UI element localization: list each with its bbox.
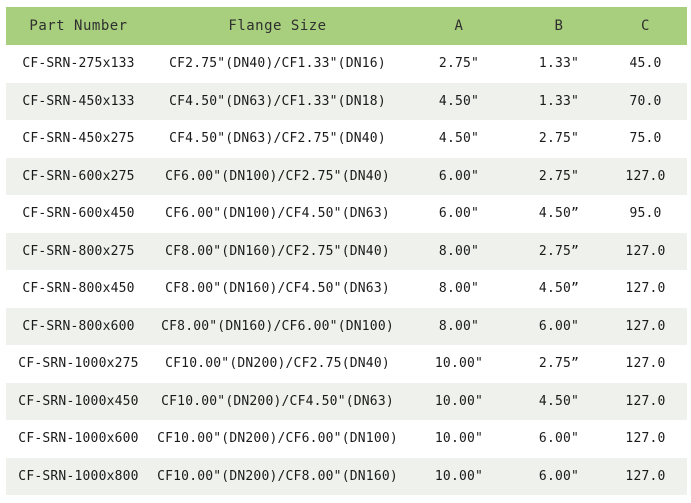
part-number-cell: CF-SRN-275x133 bbox=[6, 45, 151, 83]
header-row: Part Number Flange Size A B C bbox=[6, 7, 687, 45]
flange-size-cell: CF6.00"(DN100)/CF2.75"(DN40) bbox=[151, 157, 404, 195]
table-row: CF-SRN-275x133 CF2.75"(DN40)/CF1.33"(DN16… bbox=[6, 45, 687, 83]
c-cell: 75.0 bbox=[604, 120, 687, 158]
c-cell: 95.0 bbox=[604, 195, 687, 233]
c-cell: 127.0 bbox=[604, 232, 687, 270]
flange-size-cell: CF8.00"(DN160)/CF6.00"(DN100) bbox=[151, 307, 404, 345]
b-cell: 4.50" bbox=[514, 382, 604, 420]
flange-size-cell: CF8.00"(DN160)/CF4.50"(DN63) bbox=[151, 270, 404, 308]
a-cell: 10.00" bbox=[404, 420, 514, 458]
table-row: CF-SRN-450x133 CF4.50"(DN63)/CF1.33"(DN18… bbox=[6, 82, 687, 120]
b-cell: 2.75" bbox=[514, 120, 604, 158]
part-number-cell: CF-SRN-800x600 bbox=[6, 307, 151, 345]
header-part-number: Part Number bbox=[6, 7, 151, 45]
c-cell: 127.0 bbox=[604, 270, 687, 308]
part-number-cell: CF-SRN-450x275 bbox=[6, 120, 151, 158]
b-cell: 6.00" bbox=[514, 420, 604, 458]
header-b: B bbox=[514, 7, 604, 45]
part-number-cell: CF-SRN-1000x275 bbox=[6, 345, 151, 383]
part-number-cell: CF-SRN-800x450 bbox=[6, 270, 151, 308]
b-cell: 4.50” bbox=[514, 270, 604, 308]
flange-size-cell: CF4.50"(DN63)/CF1.33"(DN18) bbox=[151, 82, 404, 120]
b-cell: 1.33" bbox=[514, 82, 604, 120]
c-cell: 127.0 bbox=[604, 457, 687, 495]
part-number-cell: CF-SRN-600x450 bbox=[6, 195, 151, 233]
table-body: CF-SRN-275x133 CF2.75"(DN40)/CF1.33"(DN16… bbox=[6, 45, 687, 495]
c-cell: 127.0 bbox=[604, 420, 687, 458]
table-row: CF-SRN-600x450 CF6.00"(DN100)/CF4.50"(DN6… bbox=[6, 195, 687, 233]
flange-size-cell: CF6.00"(DN100)/CF4.50"(DN63) bbox=[151, 195, 404, 233]
a-cell: 8.00" bbox=[404, 232, 514, 270]
flange-size-cell: CF8.00"(DN160)/CF2.75"(DN40) bbox=[151, 232, 404, 270]
a-cell: 4.50" bbox=[404, 120, 514, 158]
table-row: CF-SRN-1000x275 CF10.00"(DN200)/CF2.75(DN… bbox=[6, 345, 687, 383]
part-number-cell: CF-SRN-450x133 bbox=[6, 82, 151, 120]
b-cell: 6.00" bbox=[514, 457, 604, 495]
table-row: CF-SRN-1000x600 CF10.00"(DN200)/CF6.00"(D… bbox=[6, 420, 687, 458]
b-cell: 1.33" bbox=[514, 45, 604, 83]
header-c: C bbox=[604, 7, 687, 45]
a-cell: 8.00" bbox=[404, 270, 514, 308]
b-cell: 4.50” bbox=[514, 195, 604, 233]
table-row: CF-SRN-600x275 CF6.00"(DN100)/CF2.75"(DN4… bbox=[6, 157, 687, 195]
c-cell: 127.0 bbox=[604, 307, 687, 345]
header-flange-size: Flange Size bbox=[151, 7, 404, 45]
a-cell: 10.00" bbox=[404, 457, 514, 495]
a-cell: 10.00" bbox=[404, 382, 514, 420]
b-cell: 2.75” bbox=[514, 232, 604, 270]
a-cell: 2.75" bbox=[404, 45, 514, 83]
flange-size-cell: CF10.00"(DN200)/CF8.00"(DN160) bbox=[151, 457, 404, 495]
part-number-cell: CF-SRN-1000x450 bbox=[6, 382, 151, 420]
part-number-cell: CF-SRN-1000x800 bbox=[6, 457, 151, 495]
flange-size-cell: CF10.00"(DN200)/CF2.75(DN40) bbox=[151, 345, 404, 383]
b-cell: 2.75” bbox=[514, 345, 604, 383]
part-number-cell: CF-SRN-1000x600 bbox=[6, 420, 151, 458]
part-number-cell: CF-SRN-800x275 bbox=[6, 232, 151, 270]
table-row: CF-SRN-450x275 CF4.50"(DN63)/CF2.75"(DN40… bbox=[6, 120, 687, 158]
flange-size-cell: CF10.00"(DN200)/CF6.00"(DN100) bbox=[151, 420, 404, 458]
flange-size-cell: CF4.50"(DN63)/CF2.75"(DN40) bbox=[151, 120, 404, 158]
b-cell: 2.75" bbox=[514, 157, 604, 195]
table-row: CF-SRN-800x275 CF8.00"(DN160)/CF2.75"(DN4… bbox=[6, 232, 687, 270]
part-number-cell: CF-SRN-600x275 bbox=[6, 157, 151, 195]
a-cell: 6.00" bbox=[404, 195, 514, 233]
b-cell: 6.00" bbox=[514, 307, 604, 345]
c-cell: 45.0 bbox=[604, 45, 687, 83]
table-row: CF-SRN-800x450 CF8.00"(DN160)/CF4.50"(DN6… bbox=[6, 270, 687, 308]
table-header: Part Number Flange Size A B C bbox=[6, 7, 687, 45]
spec-table: Part Number Flange Size A B C CF-SRN-275… bbox=[6, 7, 687, 495]
a-cell: 4.50" bbox=[404, 82, 514, 120]
a-cell: 10.00" bbox=[404, 345, 514, 383]
a-cell: 8.00" bbox=[404, 307, 514, 345]
c-cell: 127.0 bbox=[604, 157, 687, 195]
header-a: A bbox=[404, 7, 514, 45]
c-cell: 127.0 bbox=[604, 345, 687, 383]
flange-size-cell: CF2.75"(DN40)/CF1.33"(DN16) bbox=[151, 45, 404, 83]
table-row: CF-SRN-800x600 CF8.00"(DN160)/CF6.00"(DN1… bbox=[6, 307, 687, 345]
table-row: CF-SRN-1000x800 CF10.00"(DN200)/CF8.00"(D… bbox=[6, 457, 687, 495]
c-cell: 127.0 bbox=[604, 382, 687, 420]
flange-size-cell: CF10.00"(DN200)/CF4.50"(DN63) bbox=[151, 382, 404, 420]
c-cell: 70.0 bbox=[604, 82, 687, 120]
a-cell: 6.00" bbox=[404, 157, 514, 195]
spec-table-container: Part Number Flange Size A B C CF-SRN-275… bbox=[6, 7, 687, 495]
table-row: CF-SRN-1000x450 CF10.00"(DN200)/CF4.50"(D… bbox=[6, 382, 687, 420]
